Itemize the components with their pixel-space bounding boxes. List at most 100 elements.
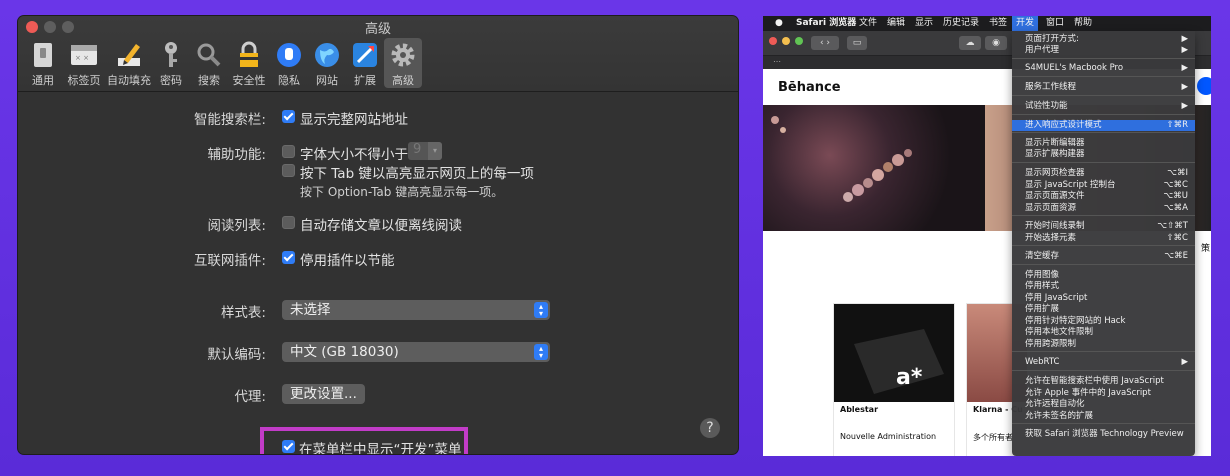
menu-item-shortcut: ⌥⌘C [1163,180,1188,190]
back-forward-buttons[interactable]: ‹ › [811,36,839,50]
develop-menu-item[interactable]: 停用图像 [1012,270,1195,281]
proxy-settings-button[interactable]: 更改设置... [282,384,365,404]
develop-menu-item[interactable]: 服务工作线程 ▶ [1012,82,1195,93]
tab-highlight-checkbox[interactable] [282,164,295,177]
tab-search[interactable]: 搜索 [190,38,228,88]
develop-menu-item[interactable]: 进入响应式设计模式 ⇧⌘R [1012,120,1195,131]
menu-item-shortcut: ⇧⌘C [1166,233,1188,243]
menu-bookmarks[interactable]: 书签 [989,16,1007,31]
menu-edit[interactable]: 编辑 [887,16,905,31]
menu-item-label: 显示片断编辑器 [1025,138,1085,148]
hand-icon [274,40,304,70]
plugins-checkbox[interactable] [282,251,295,264]
develop-menu-item[interactable]: 停用 JavaScript [1012,293,1195,304]
tab-extensions[interactable]: 扩展 [346,38,384,88]
menu-separator [1012,370,1195,371]
develop-menu-item[interactable]: 显示 JavaScript 控制台 ⌥⌘C [1012,180,1195,191]
card-title: Ablestar [840,405,879,414]
tab-autofill[interactable]: 自动填充 [106,38,152,88]
menu-file[interactable]: 文件 [859,16,877,31]
select-arrows-icon: ▴ ▾ [534,302,548,318]
sidebar-icon[interactable]: ▭ [847,36,867,50]
minimize-button[interactable] [782,37,790,45]
develop-menu-item[interactable]: 停用本地文件限制 [1012,327,1195,338]
tab-label: 扩展 [354,74,376,87]
menu-item-label: 进入响应式设计模式 [1025,120,1102,130]
menu-item-label: 停用样式 [1025,281,1060,291]
safari-develop-screenshot: ● Safari 浏览器 文件 编辑 显示 历史记录 书签 开发 窗口 帮助 ‹… [763,16,1211,456]
menu-item-label: 显示 JavaScript 控制台 [1025,180,1116,190]
menu-item-label: S4MUEL's Macbook Pro [1025,63,1124,73]
menu-help[interactable]: 帮助 [1074,16,1092,31]
behance-logo[interactable]: Bēhance [778,80,841,95]
develop-menu: 页面打开方式: ▶ 用户代理 ▶ S4MUEL's Macbook Pro ▶ 服务工作线程… [1012,31,1195,456]
develop-menu-item[interactable]: 开始时间线录制 ⌥⇧⌘T [1012,221,1195,232]
develop-menu-item[interactable]: 停用扩展 [1012,304,1195,315]
menu-item-label: 显示扩展构建器 [1025,149,1085,159]
stylesheet-select[interactable]: 未选择 ▴ ▾ [282,300,550,320]
menu-item-shortcut: ▶ [1181,63,1188,73]
develop-menu-item[interactable]: 清空缓存 ⌥⌘E [1012,251,1195,262]
preference-tabs: 通用 × × 标签页 自动填充 密码 搜索 安全性 隐私 网站 扩展 高级 [24,38,422,88]
menu-item-shortcut: ⌥⇧⌘T [1157,221,1188,231]
menu-separator [1012,162,1195,163]
tab-advanced[interactable]: 高级 [384,38,422,88]
menu-item-label: 页面打开方式: [1025,34,1079,44]
develop-menu-item[interactable]: 允许 Apple 事件中的 JavaScript [1012,388,1195,399]
develop-menu-item[interactable]: 开始选择元素 ⇧⌘C [1012,233,1195,244]
reading-list-checkbox[interactable] [282,216,295,229]
min-font-stepper[interactable]: 9 ▾ [408,142,442,160]
develop-menu-checkbox[interactable] [282,440,295,453]
project-card[interactable]: a* Ablestar Nouvelle Administration [833,303,955,456]
develop-menu-item[interactable]: 允许未签名的扩展 [1012,411,1195,422]
accessibility-label: 辅助功能: [207,147,266,163]
develop-menu-item[interactable]: 显示页面源文件 ⌥⌘U [1012,191,1195,202]
develop-menu-item[interactable]: 获取 Safari 浏览器 Technology Preview [1012,429,1195,440]
tab-privacy[interactable]: 隐私 [270,38,308,88]
develop-menu-item[interactable]: S4MUEL's Macbook Pro ▶ [1012,63,1195,74]
encoding-select[interactable]: 中文 (GB 18030) ▴ ▾ [282,342,550,362]
menu-view[interactable]: 显示 [915,16,933,31]
show-full-url-checkbox[interactable] [282,110,295,123]
menu-window[interactable]: 窗口 [1046,16,1064,31]
apple-icon[interactable]: ● [775,16,783,31]
tab-tabs[interactable]: × × 标签页 [62,38,106,88]
tab-label: 高级 [392,74,414,87]
develop-menu-item[interactable]: 显示片断编辑器 [1012,138,1195,149]
grid-icon[interactable]: ⋯ [773,57,781,66]
develop-menu-item[interactable]: 允许远程自动化 [1012,399,1195,410]
avatar[interactable] [1197,77,1211,95]
menu-history[interactable]: 历史记录 [943,16,979,31]
close-button[interactable] [769,37,777,45]
menu-safari[interactable]: Safari 浏览器 [796,16,856,31]
menu-separator [1012,95,1195,96]
tab-websites[interactable]: 网站 [308,38,346,88]
tab-label: 搜索 [198,74,220,87]
develop-menu-item[interactable]: 显示扩展构建器 [1012,149,1195,160]
develop-menu-item[interactable]: 显示页面资源 ⌥⌘A [1012,203,1195,214]
zoom-button[interactable] [795,37,803,45]
menu-item-label: 获取 Safari 浏览器 Technology Preview [1025,429,1184,439]
develop-menu-item[interactable]: 用户代理 ▶ [1012,45,1195,56]
tab-general[interactable]: 通用 [24,38,62,88]
menu-separator [1012,423,1195,424]
menu-develop[interactable]: 开发 [1012,16,1039,31]
menu-item-label: 开始选择元素 [1025,233,1077,243]
develop-menu-item[interactable]: 试验性功能 ▶ [1012,101,1195,112]
develop-menu-item[interactable]: WebRTC ▶ [1012,357,1195,368]
menu-item-shortcut: ▶ [1181,34,1188,44]
cloud-icon[interactable]: ☁ [959,36,981,50]
develop-menu-item[interactable]: 停用针对特定网站的 Hack [1012,316,1195,327]
pencil-icon [114,40,144,70]
min-font-checkbox[interactable] [282,145,295,158]
help-button[interactable]: ? [700,418,720,438]
pinterest-icon[interactable]: ◉ [985,36,1007,50]
develop-menu-item[interactable]: 显示网页检查器 ⌥⌘I [1012,168,1195,179]
develop-menu-item[interactable]: 停用跨源限制 [1012,339,1195,350]
develop-menu-item[interactable]: 停用样式 [1012,281,1195,292]
develop-menu-item[interactable]: 页面打开方式: ▶ [1012,34,1195,45]
tab-passwords[interactable]: 密码 [152,38,190,88]
chevron-down-icon: ▾ [428,142,442,160]
develop-menu-item[interactable]: 允许在智能搜索栏中使用 JavaScript [1012,376,1195,387]
tab-security[interactable]: 安全性 [228,38,270,88]
